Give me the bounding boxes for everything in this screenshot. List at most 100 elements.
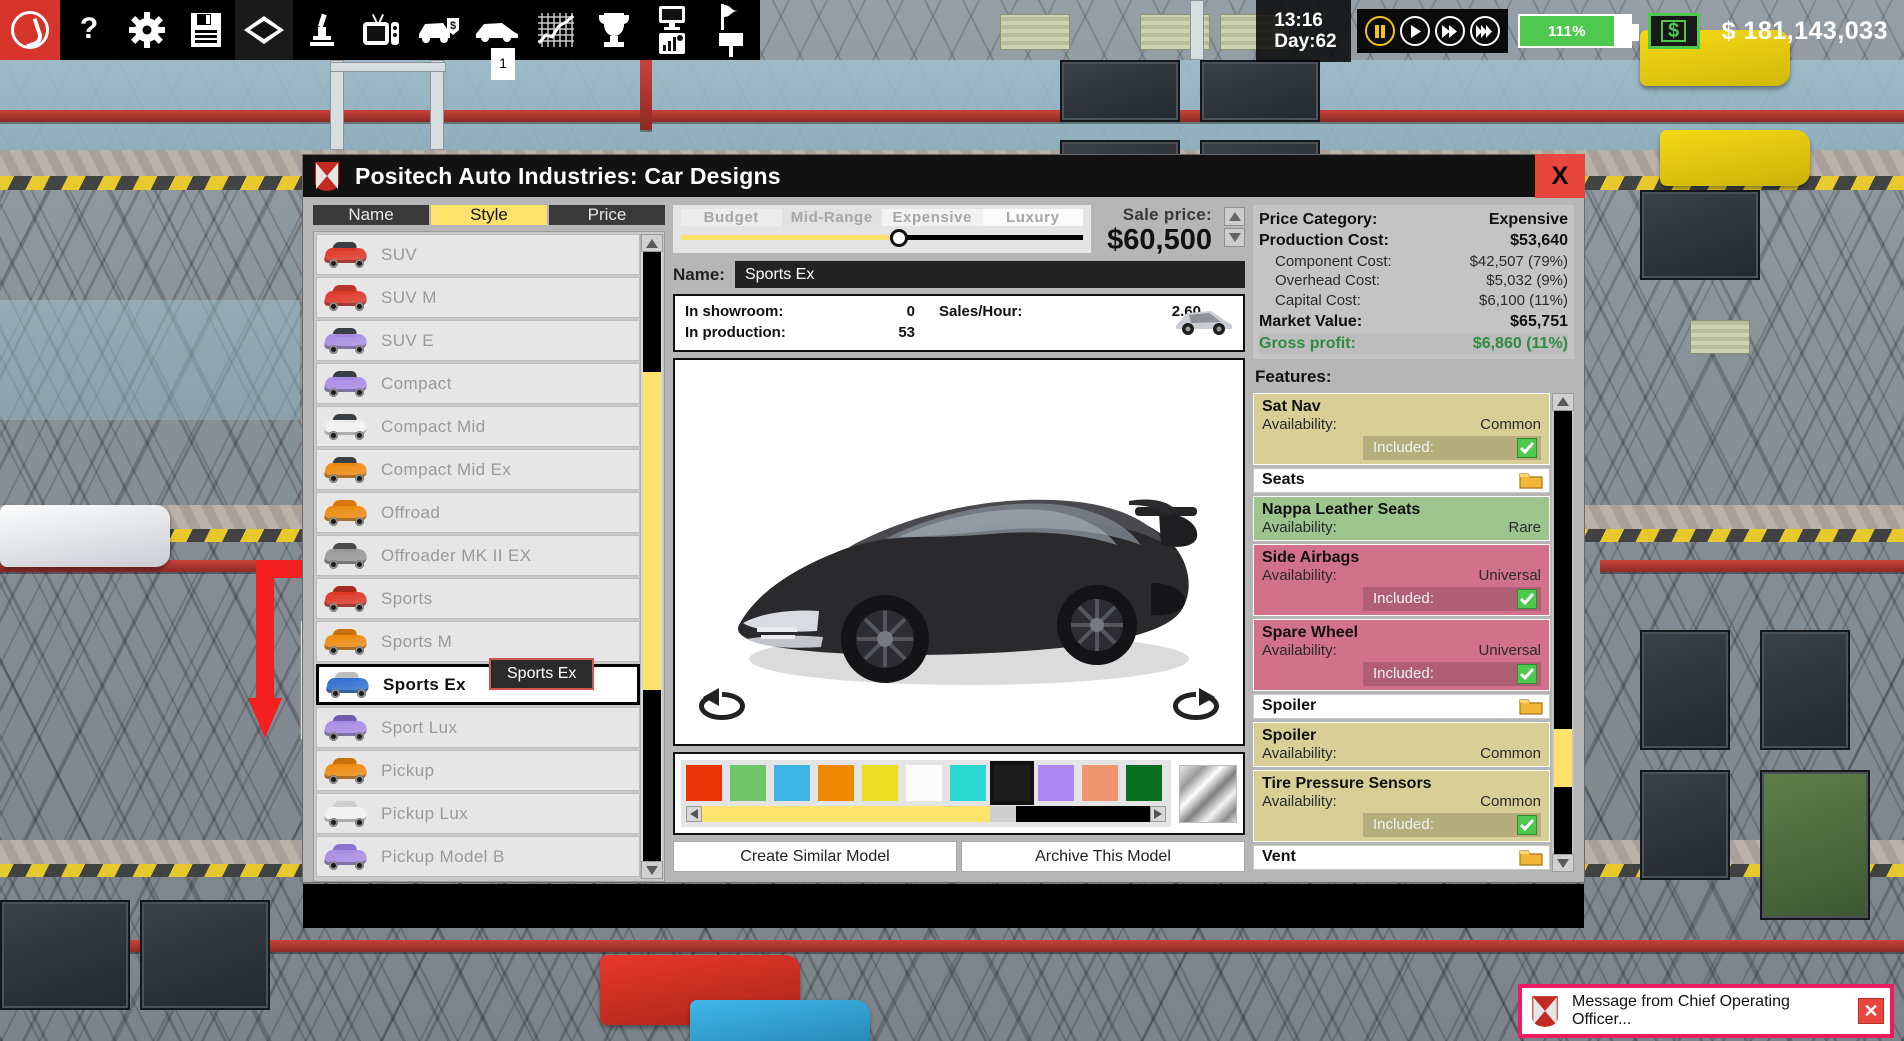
feature-card[interactable]: Spare WheelAvailability:UniversalInclude…: [1253, 619, 1550, 691]
dialog-title: Positech Auto Industries: Car Designs: [355, 163, 781, 190]
main-toolbar: ?: [0, 0, 760, 60]
model-row[interactable]: Offroad: [316, 492, 640, 533]
play-button[interactable]: [1400, 16, 1430, 46]
slider-knob[interactable]: [890, 229, 908, 247]
feature-group-header[interactable]: Seats: [1253, 468, 1550, 493]
model-list-scrollbar[interactable]: [640, 234, 662, 879]
model-row[interactable]: Offroader MK II EX: [316, 535, 640, 576]
archive-this-model-button[interactable]: Archive This Model: [961, 841, 1245, 872]
sell-car-icon[interactable]: $: [410, 0, 468, 60]
dialog-close-button[interactable]: X: [1535, 154, 1585, 198]
model-row[interactable]: Pickup Lux: [316, 793, 640, 834]
research-microscope-icon[interactable]: [293, 0, 351, 60]
scroll-up-icon[interactable]: [641, 234, 663, 252]
sales-hour-label: Sales/Hour:: [915, 302, 1105, 322]
feature-card[interactable]: Side AirbagsAvailability:UniversalInclud…: [1253, 544, 1550, 616]
feature-card[interactable]: Sat NavAvailability:CommonIncluded:: [1253, 393, 1550, 465]
features-scrollbar-track[interactable]: [1554, 411, 1572, 854]
very-fast-forward-button[interactable]: [1470, 16, 1500, 46]
included-row[interactable]: Included:: [1363, 813, 1541, 837]
included-checkbox[interactable]: [1517, 438, 1537, 458]
price-increase-button[interactable]: [1224, 207, 1245, 226]
toast-close-button[interactable]: ✕: [1858, 998, 1884, 1024]
model-row[interactable]: SUV: [316, 234, 640, 275]
included-row[interactable]: Included:: [1363, 436, 1541, 460]
slider-track[interactable]: [681, 229, 1083, 245]
finance-chart-icon[interactable]: [527, 0, 585, 60]
feature-card[interactable]: SpoilerAvailability:Common: [1253, 722, 1550, 767]
model-row[interactable]: Sports: [316, 578, 640, 619]
tab-name[interactable]: Name: [313, 205, 431, 225]
car-thumbnail-icon: [321, 455, 371, 485]
model-row[interactable]: Sports ExSports Ex: [316, 664, 640, 705]
price-decrease-button[interactable]: [1224, 228, 1245, 247]
model-row[interactable]: SUV E: [316, 320, 640, 361]
trophy-icon[interactable]: [585, 0, 643, 60]
features-scroll-up-icon[interactable]: [1552, 393, 1574, 411]
color-swatch[interactable]: [686, 765, 722, 801]
marketing-tv-icon[interactable]: [352, 0, 410, 60]
color-swatch[interactable]: [1038, 765, 1074, 801]
help-icon[interactable]: ?: [60, 0, 118, 60]
category-budget: Budget: [681, 209, 782, 226]
included-checkbox[interactable]: [1517, 589, 1537, 609]
model-row[interactable]: Sports M: [316, 621, 640, 662]
palette-scroll-right-icon[interactable]: [1150, 806, 1166, 822]
palette-scroll-left-icon[interactable]: [686, 806, 702, 822]
feature-group-header[interactable]: Vent: [1253, 845, 1550, 870]
pause-button[interactable]: [1365, 16, 1395, 46]
model-row[interactable]: Pickup: [316, 750, 640, 791]
color-swatch[interactable]: [774, 765, 810, 801]
feature-card[interactable]: Nappa Leather SeatsAvailability:Rare: [1253, 496, 1550, 541]
model-name-input[interactable]: Sports Ex: [735, 261, 1245, 288]
model-row[interactable]: Sport Lux: [316, 707, 640, 748]
features-scroll-down-icon[interactable]: [1552, 854, 1574, 872]
car-preview-viewport[interactable]: [673, 358, 1245, 746]
tab-price[interactable]: Price: [549, 205, 665, 225]
model-row[interactable]: Compact: [316, 363, 640, 404]
price-category-slider[interactable]: Budget Mid-Range Expensive Luxury: [673, 205, 1091, 253]
color-swatch[interactable]: [906, 765, 942, 801]
flag-sign-icons[interactable]: [702, 0, 760, 60]
model-row[interactable]: SUV M: [316, 277, 640, 318]
metallic-paint-swatch[interactable]: [1179, 765, 1237, 823]
save-disk-icon[interactable]: [177, 0, 235, 60]
fast-forward-button[interactable]: [1435, 16, 1465, 46]
color-swatch[interactable]: [862, 765, 898, 801]
feature-card[interactable]: Tire Pressure SensorsAvailability:Common…: [1253, 770, 1550, 842]
color-swatch[interactable]: [1126, 765, 1162, 801]
message-toast[interactable]: Message from Chief Operating Officer... …: [1518, 984, 1894, 1038]
model-name-label: Pickup Lux: [381, 804, 468, 824]
palette-scroll-thumb[interactable]: [702, 806, 990, 822]
tab-style[interactable]: Style: [431, 205, 549, 225]
rotate-left-icon[interactable]: [697, 688, 747, 728]
scrollbar-track[interactable]: [643, 252, 661, 861]
palette-scroll-track[interactable]: [1016, 806, 1150, 822]
features-scrollbar[interactable]: [1552, 393, 1574, 872]
color-swatch[interactable]: [950, 765, 986, 801]
finances-button[interactable]: $: [1648, 13, 1700, 49]
blueprint-icon[interactable]: [235, 0, 293, 60]
included-checkbox[interactable]: [1517, 815, 1537, 835]
feature-group-header[interactable]: Spoiler: [1253, 694, 1550, 719]
logo-button[interactable]: [0, 0, 60, 60]
included-row[interactable]: Included:: [1363, 662, 1541, 686]
settings-gear-icon[interactable]: [118, 0, 176, 60]
rotate-right-icon[interactable]: [1171, 688, 1221, 728]
color-swatch[interactable]: [730, 765, 766, 801]
features-scrollbar-thumb[interactable]: [1554, 729, 1572, 787]
scroll-down-icon[interactable]: [641, 861, 663, 879]
model-row[interactable]: Compact Mid: [316, 406, 640, 447]
model-row[interactable]: Compact Mid Ex: [316, 449, 640, 490]
color-swatch[interactable]: [994, 765, 1030, 801]
color-swatch[interactable]: [818, 765, 854, 801]
toolbar-notification-badge[interactable]: 1: [491, 48, 515, 80]
create-similar-model-button[interactable]: Create Similar Model: [673, 841, 957, 872]
included-row[interactable]: Included:: [1363, 587, 1541, 611]
included-checkbox[interactable]: [1517, 664, 1537, 684]
scrollbar-thumb[interactable]: [643, 372, 661, 690]
model-row[interactable]: Pickup Model B: [316, 836, 640, 877]
palette-scrollbar[interactable]: [686, 806, 1166, 822]
color-swatch[interactable]: [1082, 765, 1118, 801]
computer-report-icons[interactable]: [643, 0, 701, 60]
